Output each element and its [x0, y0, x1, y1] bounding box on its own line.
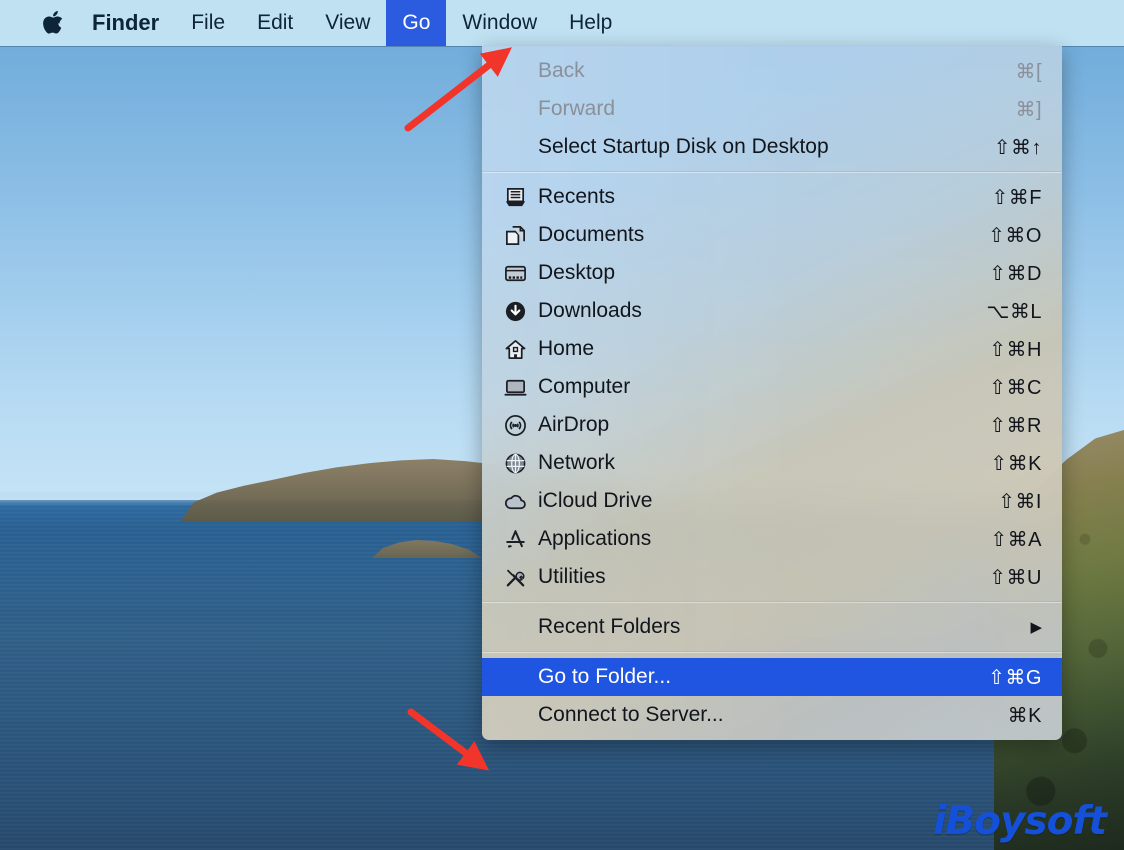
menu-bar: FinderFileEditViewGoWindowHelp: [0, 0, 1124, 46]
menu-item-label: Network: [538, 451, 952, 475]
menu-bar-item-window[interactable]: Window: [446, 0, 553, 46]
go-dropdown-menu: Back ⌘[ Forward ⌘] Select Startup Disk on De…: [482, 46, 1062, 740]
menu-item-connect-to-server[interactable]: Connect to Server... ⌘K: [482, 696, 1062, 734]
menu-item-forward: Forward ⌘]: [482, 90, 1062, 128]
apple-logo-icon[interactable]: [42, 10, 64, 36]
menu-bar-item-help[interactable]: Help: [553, 0, 628, 46]
menu-item-shortcut: ⇧⌘D: [972, 261, 1042, 286]
menu-item-label: AirDrop: [538, 413, 952, 437]
menu-separator: [482, 171, 1062, 173]
menu-item-shortcut: ⌘K: [972, 703, 1042, 728]
menu-item-shortcut: ⇧⌘U: [972, 565, 1042, 590]
menu-item-downloads[interactable]: Downloads ⌥⌘L: [482, 292, 1062, 330]
menu-item-label: Go to Folder...: [538, 665, 952, 689]
network-icon: [504, 452, 538, 475]
menu-item-shortcut: ⇧⌘H: [972, 337, 1042, 362]
documents-icon: [504, 224, 538, 247]
menu-item-utilities[interactable]: Utilities ⇧⌘U: [482, 558, 1062, 596]
go-menu-items: Back ⌘[ Forward ⌘] Select Startup Disk on De…: [482, 52, 1062, 734]
menu-item-shortcut: ⌘]: [972, 97, 1042, 122]
menu-bar-item-finder[interactable]: Finder: [92, 0, 175, 46]
submenu-chevron-right-icon: ▶: [1030, 620, 1042, 635]
menu-item-shortcut: ⇧⌘K: [972, 451, 1042, 476]
menu-item-airdrop[interactable]: AirDrop ⇧⌘R: [482, 406, 1062, 444]
recents-icon: [504, 186, 538, 209]
menu-item-icloud-drive[interactable]: iCloud Drive ⇧⌘I: [482, 482, 1062, 520]
menu-item-recent-folders[interactable]: Recent Folders▶: [482, 608, 1062, 646]
desktop-icon: [504, 262, 538, 285]
menu-item-shortcut: ⇧⌘G: [972, 665, 1042, 690]
menu-item-shortcut: ⇧⌘F: [972, 185, 1042, 210]
menu-bar-item-go[interactable]: Go: [386, 0, 446, 46]
menu-item-documents[interactable]: Documents ⇧⌘O: [482, 216, 1062, 254]
menu-item-applications[interactable]: Applications ⇧⌘A: [482, 520, 1062, 558]
menu-item-label: Recent Folders: [538, 615, 1030, 639]
home-icon: [504, 338, 538, 361]
menu-item-shortcut: ⇧⌘R: [972, 413, 1042, 438]
menu-item-label: Downloads: [538, 299, 952, 323]
menu-separator: [482, 601, 1062, 603]
utilities-icon: [504, 566, 538, 589]
menu-item-label: Home: [538, 337, 952, 361]
menu-item-shortcut: ⇧⌘C: [972, 375, 1042, 400]
menu-item-shortcut: ⇧⌘A: [972, 527, 1042, 552]
menu-item-computer[interactable]: Computer ⇧⌘C: [482, 368, 1062, 406]
menu-bar-item-edit[interactable]: Edit: [241, 0, 309, 46]
menu-item-label: Select Startup Disk on Desktop: [538, 135, 952, 159]
menu-item-label: Connect to Server...: [538, 703, 952, 727]
menu-item-label: Forward: [538, 97, 952, 121]
downloads-icon: [504, 300, 538, 323]
menu-item-shortcut: ⌥⌘L: [972, 299, 1042, 324]
menu-item-back: Back ⌘[: [482, 52, 1062, 90]
menu-item-network[interactable]: Network ⇧⌘K: [482, 444, 1062, 482]
menu-item-label: Applications: [538, 527, 952, 551]
menu-separator: [482, 651, 1062, 653]
menu-item-label: Back: [538, 59, 952, 83]
menu-bar-item-file[interactable]: File: [175, 0, 241, 46]
menu-item-shortcut: ⇧⌘↑: [972, 135, 1042, 160]
menu-bar-items: FinderFileEditViewGoWindowHelp: [92, 0, 628, 46]
airdrop-icon: [504, 414, 538, 437]
menu-item-home[interactable]: Home ⇧⌘H: [482, 330, 1062, 368]
menu-item-go-to-folder[interactable]: Go to Folder... ⇧⌘G: [482, 658, 1062, 696]
menu-item-label: iCloud Drive: [538, 489, 952, 513]
applications-icon: [504, 528, 538, 551]
menu-item-label: Desktop: [538, 261, 952, 285]
menu-item-label: Recents: [538, 185, 952, 209]
menu-item-recents[interactable]: Recents ⇧⌘F: [482, 178, 1062, 216]
screen: FinderFileEditViewGoWindowHelp Back ⌘[ For…: [0, 0, 1124, 850]
menu-item-shortcut: ⇧⌘I: [972, 489, 1042, 514]
computer-icon: [504, 376, 538, 399]
menu-item-label: Computer: [538, 375, 952, 399]
iboysoft-watermark: iBoysoft: [933, 799, 1106, 844]
menu-item-desktop[interactable]: Desktop ⇧⌘D: [482, 254, 1062, 292]
icloud-icon: [504, 490, 538, 513]
menu-item-shortcut: ⇧⌘O: [972, 223, 1042, 248]
menu-item-select-startup-disk-on-desktop[interactable]: Select Startup Disk on Desktop ⇧⌘↑: [482, 128, 1062, 166]
menu-item-label: Utilities: [538, 565, 952, 589]
menu-bar-item-view[interactable]: View: [309, 0, 386, 46]
menu-item-label: Documents: [538, 223, 952, 247]
menu-item-shortcut: ⌘[: [972, 59, 1042, 84]
